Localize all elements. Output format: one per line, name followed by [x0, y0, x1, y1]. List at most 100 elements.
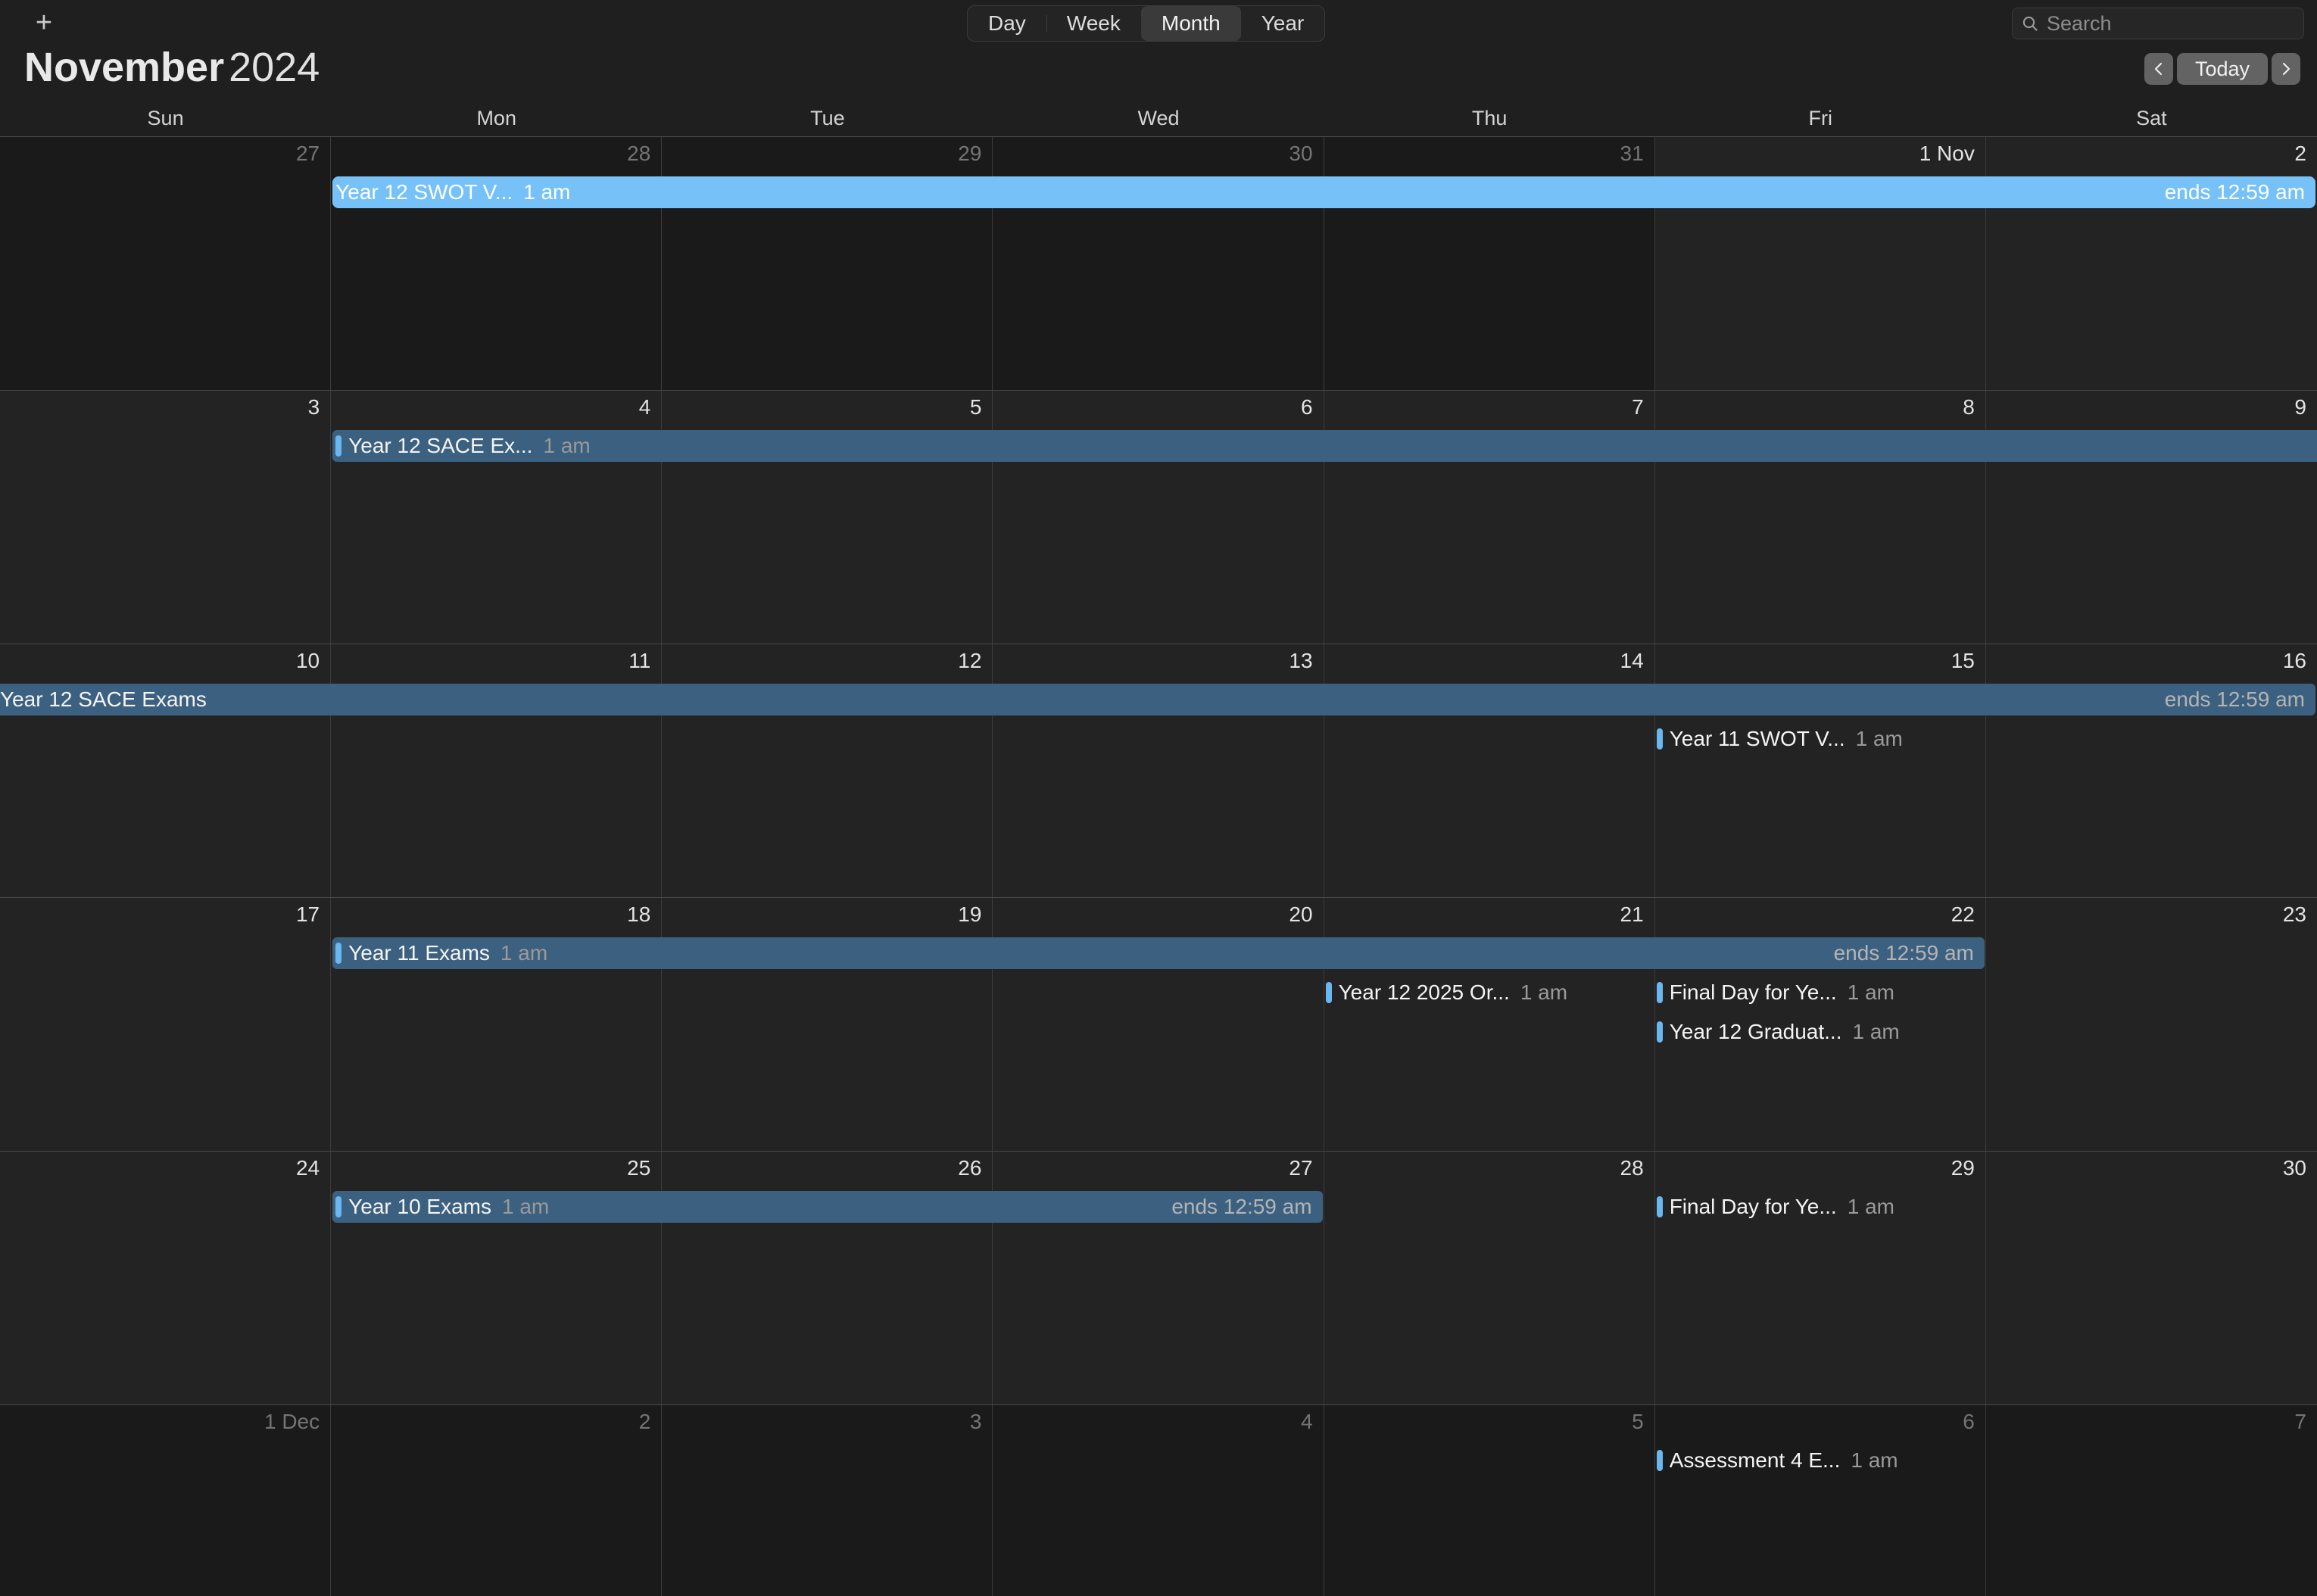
day-cell[interactable]: 27: [993, 1152, 1324, 1404]
day-number: 30: [2283, 1156, 2306, 1180]
day-number: 18: [627, 902, 650, 927]
day-cell[interactable]: 19: [662, 898, 993, 1151]
day-cell[interactable]: 6: [993, 391, 1324, 644]
event-title: Final Day for Ye...: [1670, 1195, 1837, 1219]
event-accent-bar: [1657, 1450, 1663, 1471]
day-cell[interactable]: 8: [1655, 391, 1986, 644]
day-cell[interactable]: 6: [1655, 1405, 1986, 1596]
day-cell[interactable]: 29: [662, 137, 993, 390]
page-title: November2024: [24, 44, 320, 91]
view-mode-month[interactable]: Month: [1141, 6, 1241, 41]
event-title: Year 12 SACE Ex...: [348, 434, 532, 458]
day-cell[interactable]: 2: [1986, 137, 2317, 390]
day-cell[interactable]: 14: [1324, 644, 1655, 897]
day-cell[interactable]: 5: [662, 391, 993, 644]
day-cell[interactable]: 4: [993, 1405, 1324, 1596]
search-box[interactable]: [2012, 8, 2304, 39]
day-cell[interactable]: 13: [993, 644, 1324, 897]
calendar-week-row: 17181920212223Year 11 Exams1 amends 12:5…: [0, 898, 2317, 1152]
event-start-time: 1 am: [1851, 1448, 1898, 1473]
calendar-event[interactable]: Year 12 2025 Or...1 am: [1326, 977, 1654, 1008]
day-cell[interactable]: 31: [1324, 137, 1655, 390]
event-start-time: 1 am: [1520, 980, 1567, 1005]
event-end-time: ends 12:59 am: [2165, 180, 2315, 204]
day-cell[interactable]: 9: [1986, 391, 2317, 644]
day-cell[interactable]: 28: [331, 137, 662, 390]
day-cell[interactable]: 3: [0, 391, 331, 644]
calendar-event[interactable]: Year 11 SWOT V...1 am: [1657, 723, 1985, 755]
day-cell[interactable]: 29: [1655, 1152, 1986, 1404]
calendar-event[interactable]: Assessment 4 E...1 am: [1657, 1445, 1985, 1476]
calendar-week-row: 1 Dec 23456 7 Assessment 4 E...1 am: [0, 1405, 2317, 1596]
day-cell[interactable]: 7: [1324, 391, 1655, 644]
calendar-event[interactable]: Final Day for Ye... 1 am: [1657, 1191, 1985, 1223]
day-cell[interactable]: 30: [1986, 1152, 2317, 1404]
day-number: 3: [308, 395, 320, 419]
day-cell[interactable]: 18: [331, 898, 662, 1151]
view-mode-year[interactable]: Year: [1241, 6, 1325, 41]
day-cell[interactable]: 11: [331, 644, 662, 897]
day-number: 23: [2283, 902, 2306, 927]
view-mode-segmented-control[interactable]: DayWeekMonthYear: [967, 5, 1325, 42]
calendar-event[interactable]: Year 12 Graduat... 1 am: [1657, 1016, 1985, 1048]
calendar-event[interactable]: Year 12 SACE Examsends 12:59 am: [0, 684, 2315, 715]
day-number: 30: [1289, 142, 1312, 166]
add-event-button[interactable]: +: [27, 6, 61, 39]
day-cell[interactable]: 20: [993, 898, 1324, 1151]
event-title: Year 12 Graduat...: [1670, 1020, 1842, 1044]
day-number: 31: [1620, 142, 1644, 166]
plus-icon: +: [36, 8, 52, 37]
day-number: 28: [627, 142, 650, 166]
day-cell[interactable]: 5: [1324, 1405, 1655, 1596]
day-number: 15: [1951, 649, 1975, 673]
calendar-event[interactable]: Year 10 Exams1 amends 12:59 am: [332, 1191, 1322, 1223]
day-number: 2: [639, 1410, 651, 1434]
event-start-time: 1 am: [1848, 1195, 1894, 1219]
today-button[interactable]: Today: [2177, 53, 2268, 85]
view-mode-week[interactable]: Week: [1046, 6, 1141, 41]
calendar-event[interactable]: Final Day for Ye...1 am: [1657, 977, 1985, 1008]
day-cell[interactable]: 1 Nov: [1655, 137, 1986, 390]
day-number: 8: [1963, 395, 1975, 419]
previous-month-button[interactable]: [2144, 53, 2173, 85]
day-number: 7: [2294, 1410, 2306, 1434]
weekday-header-thu: Thu: [1324, 100, 1655, 136]
weekday-header-fri: Fri: [1655, 100, 1986, 136]
day-cell[interactable]: 26: [662, 1152, 993, 1404]
calendar-event[interactable]: Year 12 SACE Ex...1 am: [332, 430, 2317, 462]
weekday-header-mon: Mon: [331, 100, 662, 136]
day-cell[interactable]: 17: [0, 898, 331, 1151]
day-cell[interactable]: 3: [662, 1405, 993, 1596]
day-cells: 27 28 29 30 31 1 Nov 2: [0, 137, 2317, 390]
day-cell[interactable]: 12: [662, 644, 993, 897]
day-cell[interactable]: 23: [1986, 898, 2317, 1151]
day-cell[interactable]: 4: [331, 391, 662, 644]
event-accent-bar: [1657, 728, 1663, 750]
day-cell[interactable]: 16: [1986, 644, 2317, 897]
day-number: 20: [1289, 902, 1312, 927]
day-cell[interactable]: 30: [993, 137, 1324, 390]
day-cells: 1 Dec 23456 7: [0, 1405, 2317, 1596]
event-start-time: 1 am: [1853, 1020, 1900, 1044]
day-number: 5: [970, 395, 982, 419]
day-cell[interactable]: 25: [331, 1152, 662, 1404]
calendar-event[interactable]: Year 11 Exams1 amends 12:59 am: [332, 937, 1985, 969]
day-cell[interactable]: 10: [0, 644, 331, 897]
search-input[interactable]: [2047, 12, 2315, 36]
day-cell[interactable]: 28: [1324, 1152, 1655, 1404]
calendar-event[interactable]: Year 12 SWOT V...1 amends 12:59 am: [332, 176, 2315, 208]
next-month-button[interactable]: [2272, 53, 2300, 85]
day-cell[interactable]: 2: [331, 1405, 662, 1596]
day-cell[interactable]: 15: [1655, 644, 1986, 897]
day-cell[interactable]: 27: [0, 137, 331, 390]
chevron-right-icon: [2279, 60, 2293, 78]
view-mode-day[interactable]: Day: [968, 6, 1046, 41]
day-cell[interactable]: 7: [1986, 1405, 2317, 1596]
calendar-grid: 27282930311 Nov2Year 12 SWOT V...1 amend…: [0, 136, 2317, 1596]
title-bar: November2024 Today: [0, 47, 2317, 100]
day-number: 2: [2294, 142, 2306, 166]
day-cell[interactable]: 24: [0, 1152, 331, 1404]
day-number: 25: [627, 1156, 650, 1180]
day-cell[interactable]: 21: [1324, 898, 1655, 1151]
day-cell[interactable]: 1 Dec: [0, 1405, 331, 1596]
